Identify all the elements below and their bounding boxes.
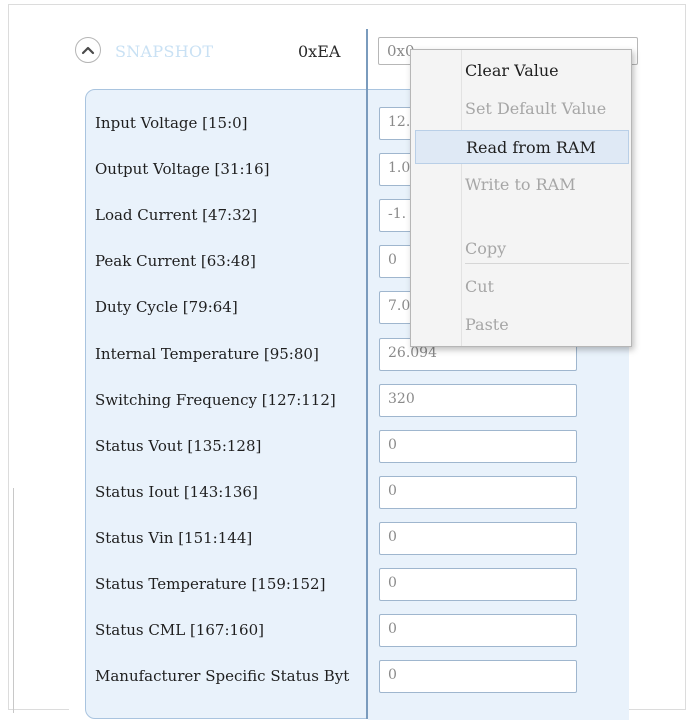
column-divider xyxy=(366,29,368,719)
field-label: Status Temperature [159:152] xyxy=(95,575,326,593)
field-value-input[interactable]: 0 xyxy=(379,614,577,648)
field-value-input[interactable]: 0 xyxy=(379,475,577,509)
field-label: Load Current [47:32] xyxy=(95,206,258,225)
field-label: Duty Cycle [79:64] xyxy=(95,298,238,317)
menu-item-cut: Cut xyxy=(465,277,494,296)
field-label: Peak Current [63:48] xyxy=(95,252,256,271)
field-value-input[interactable]: 0 xyxy=(379,660,577,694)
field-label: Output Voltage [31:16] xyxy=(95,160,270,179)
field-value-input[interactable]: 0 xyxy=(379,568,577,601)
field-label: Internal Temperature [95:80] xyxy=(95,344,319,363)
menu-item-copy: Copy xyxy=(465,239,507,258)
left-panel-edge xyxy=(9,488,14,713)
collapse-button[interactable] xyxy=(75,37,101,63)
field-label: Status Iout [143:136] xyxy=(95,482,258,501)
menu-item-write-to-ram: Write to RAM xyxy=(465,175,576,194)
menu-item-set-default-value: Set Default Value xyxy=(465,99,607,118)
field-label: Status Vin [151:144] xyxy=(95,528,253,547)
window-frame: SNAPSHOT 0xEA 0x0 Input Voltage [15:0] 12… xyxy=(8,4,686,720)
menu-item-clear-value[interactable]: Clear Value xyxy=(415,54,629,88)
field-label: Status CML [167:160] xyxy=(95,621,264,640)
field-label: Manufacturer Specific Status Byt xyxy=(95,667,350,686)
menu-item-paste: Paste xyxy=(465,315,509,334)
chevron-up-icon xyxy=(81,46,95,55)
register-address: 0xEA xyxy=(298,42,341,61)
section-header: SNAPSHOT 0xEA xyxy=(69,29,369,75)
field-label: Switching Frequency [127:112] xyxy=(95,390,336,409)
menu-item-read-from-ram[interactable]: Read from RAM xyxy=(415,130,629,164)
field-label: Status Vout [135:128] xyxy=(95,436,262,455)
field-value-input[interactable]: 320 xyxy=(379,383,577,417)
section-title: SNAPSHOT xyxy=(115,42,214,61)
field-value-input[interactable]: 0 xyxy=(379,429,577,463)
field-value-input[interactable]: 0 xyxy=(379,521,577,555)
menu-separator xyxy=(465,263,629,264)
context-menu: Clear Value Set Default Value Read from RA… xyxy=(410,49,632,347)
field-label: Input Voltage [15:0] xyxy=(95,114,248,132)
